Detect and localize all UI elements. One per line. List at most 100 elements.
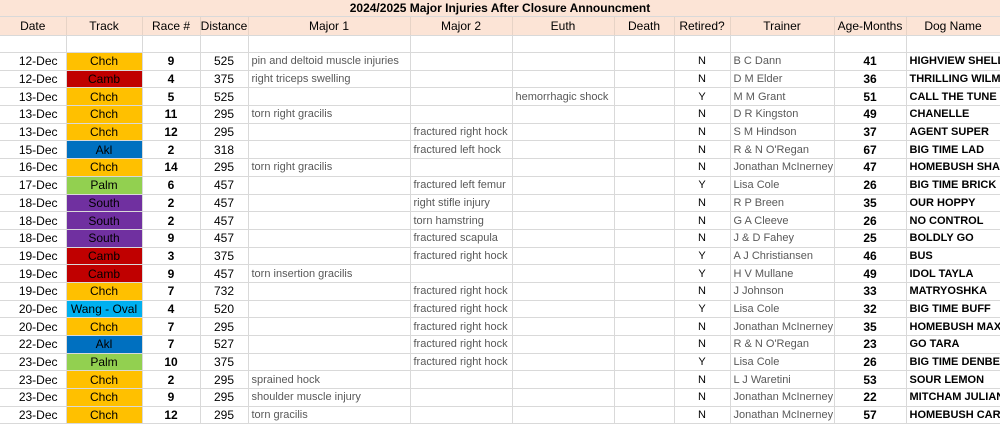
- major2-cell[interactable]: torn hamstring: [410, 211, 513, 230]
- retired-cell[interactable]: Y: [674, 247, 731, 266]
- dog-name-cell[interactable]: AGENT SUPER: [906, 123, 1000, 142]
- dog-name-cell[interactable]: BIG TIME BUFF: [906, 300, 1000, 319]
- age-months-cell[interactable]: 22: [834, 388, 907, 407]
- track-cell[interactable]: Chch: [66, 105, 143, 124]
- age-months-cell[interactable]: 57: [834, 406, 907, 425]
- major2-cell[interactable]: fractured scapula: [410, 229, 513, 248]
- dog-name-cell[interactable]: IDOL TAYLA: [906, 264, 1000, 283]
- major1-cell[interactable]: torn right gracilis: [248, 105, 411, 124]
- col-header-distance[interactable]: Distance: [200, 17, 249, 36]
- major1-cell[interactable]: [248, 353, 411, 372]
- retired-cell[interactable]: N: [674, 229, 731, 248]
- dog-name-cell[interactable]: BIG TIME LAD: [906, 140, 1000, 160]
- death-cell[interactable]: [614, 105, 675, 124]
- blank-cell[interactable]: [512, 35, 615, 53]
- age-months-cell[interactable]: 26: [834, 211, 907, 230]
- euth-cell[interactable]: [512, 282, 615, 301]
- euth-cell[interactable]: [512, 247, 615, 266]
- major1-cell[interactable]: sprained hock: [248, 370, 411, 390]
- track-cell[interactable]: Chch: [66, 123, 143, 142]
- age-months-cell[interactable]: 49: [834, 264, 907, 283]
- retired-cell[interactable]: N: [674, 123, 731, 142]
- trainer-cell[interactable]: R & N O'Regan: [730, 335, 835, 354]
- race-number-cell[interactable]: 9: [142, 264, 201, 283]
- blank-cell[interactable]: [410, 35, 513, 53]
- distance-cell[interactable]: 375: [200, 353, 249, 372]
- major1-cell[interactable]: [248, 87, 411, 107]
- trainer-cell[interactable]: R P Breen: [730, 194, 835, 213]
- race-number-cell[interactable]: 2: [142, 194, 201, 213]
- death-cell[interactable]: [614, 87, 675, 107]
- death-cell[interactable]: [614, 406, 675, 425]
- blank-cell[interactable]: [248, 35, 411, 53]
- col-header-major1[interactable]: Major 1: [248, 17, 411, 36]
- major1-cell[interactable]: [248, 300, 411, 319]
- race-number-cell[interactable]: 12: [142, 123, 201, 142]
- date-cell[interactable]: 20-Dec: [0, 300, 67, 319]
- death-cell[interactable]: [614, 282, 675, 301]
- major1-cell[interactable]: shoulder muscle injury: [248, 388, 411, 407]
- major1-cell[interactable]: torn gracilis: [248, 406, 411, 425]
- date-cell[interactable]: 18-Dec: [0, 211, 67, 230]
- date-cell[interactable]: 19-Dec: [0, 264, 67, 283]
- death-cell[interactable]: [614, 388, 675, 407]
- col-header-euth[interactable]: Euth: [512, 17, 615, 36]
- dog-name-cell[interactable]: MATRYOSHKA: [906, 282, 1000, 301]
- trainer-cell[interactable]: Lisa Cole: [730, 353, 835, 372]
- death-cell[interactable]: [614, 335, 675, 354]
- track-cell[interactable]: Camb: [66, 247, 143, 266]
- death-cell[interactable]: [614, 123, 675, 142]
- major1-cell[interactable]: [248, 140, 411, 160]
- major2-cell[interactable]: [410, 105, 513, 124]
- major2-cell[interactable]: fractured left femur: [410, 176, 513, 195]
- date-cell[interactable]: 13-Dec: [0, 105, 67, 124]
- track-cell[interactable]: Palm: [66, 176, 143, 195]
- age-months-cell[interactable]: 25: [834, 229, 907, 248]
- major1-cell[interactable]: right triceps swelling: [248, 70, 411, 89]
- date-cell[interactable]: 18-Dec: [0, 194, 67, 213]
- distance-cell[interactable]: 525: [200, 52, 249, 71]
- distance-cell[interactable]: 375: [200, 247, 249, 266]
- major1-cell[interactable]: pin and deltoid muscle injuries: [248, 52, 411, 71]
- race-number-cell[interactable]: 9: [142, 229, 201, 248]
- track-cell[interactable]: South: [66, 211, 143, 230]
- date-cell[interactable]: 12-Dec: [0, 70, 67, 89]
- death-cell[interactable]: [614, 353, 675, 372]
- age-months-cell[interactable]: 49: [834, 105, 907, 124]
- date-cell[interactable]: 13-Dec: [0, 123, 67, 142]
- major2-cell[interactable]: fractured right hock: [410, 335, 513, 354]
- major2-cell[interactable]: [410, 388, 513, 407]
- major2-cell[interactable]: [410, 70, 513, 89]
- trainer-cell[interactable]: Jonathan McInerney: [730, 317, 835, 336]
- distance-cell[interactable]: 375: [200, 70, 249, 89]
- distance-cell[interactable]: 457: [200, 264, 249, 283]
- trainer-cell[interactable]: S M Hindson: [730, 123, 835, 142]
- major1-cell[interactable]: [248, 176, 411, 195]
- date-cell[interactable]: 17-Dec: [0, 176, 67, 195]
- major2-cell[interactable]: fractured right hock: [410, 317, 513, 336]
- track-cell[interactable]: Chch: [66, 87, 143, 107]
- track-cell[interactable]: Akl: [66, 140, 143, 160]
- track-cell[interactable]: Palm: [66, 353, 143, 372]
- trainer-cell[interactable]: L J Waretini: [730, 370, 835, 390]
- euth-cell[interactable]: [512, 176, 615, 195]
- track-cell[interactable]: Akl: [66, 335, 143, 354]
- death-cell[interactable]: [614, 211, 675, 230]
- retired-cell[interactable]: N: [674, 158, 731, 177]
- retired-cell[interactable]: N: [674, 70, 731, 89]
- euth-cell[interactable]: [512, 264, 615, 283]
- dog-name-cell[interactable]: HOMEBUSH CARDI: [906, 406, 1000, 425]
- age-months-cell[interactable]: 35: [834, 317, 907, 336]
- retired-cell[interactable]: N: [674, 194, 731, 213]
- col-header-death[interactable]: Death: [614, 17, 675, 36]
- trainer-cell[interactable]: H V Mullane: [730, 264, 835, 283]
- death-cell[interactable]: [614, 264, 675, 283]
- distance-cell[interactable]: 295: [200, 158, 249, 177]
- date-cell[interactable]: 15-Dec: [0, 140, 67, 160]
- trainer-cell[interactable]: D M Elder: [730, 70, 835, 89]
- date-cell[interactable]: 23-Dec: [0, 388, 67, 407]
- dog-name-cell[interactable]: SOUR LEMON: [906, 370, 1000, 390]
- race-number-cell[interactable]: 9: [142, 388, 201, 407]
- race-number-cell[interactable]: 6: [142, 176, 201, 195]
- retired-cell[interactable]: Y: [674, 300, 731, 319]
